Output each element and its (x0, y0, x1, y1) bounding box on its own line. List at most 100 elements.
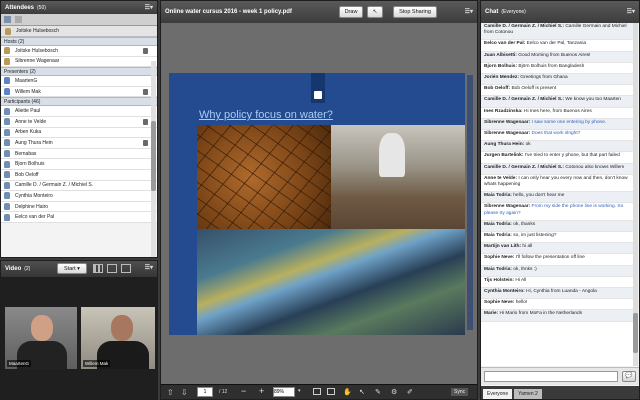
pin-icon[interactable] (121, 264, 131, 273)
participant-row[interactable]: Anne te Velde (1, 116, 157, 128)
page-number-input[interactable] (197, 387, 213, 397)
presenter-row[interactable]: Willem Mak (1, 86, 157, 98)
host-row[interactable]: Sibrenne Wagenaar (1, 56, 157, 68)
fit-width-icon[interactable] (313, 388, 321, 395)
chat-message: Sibrenne Wagenaar: From my side the phon… (481, 203, 633, 221)
scroll-thumb[interactable] (633, 313, 638, 353)
annotate-icon[interactable]: ✐ (407, 388, 413, 396)
chat-message: Sibrenne Wagenaar: Does that work slrigh… (481, 130, 633, 142)
chat-message: Jorién Mendez: Greetings from Ghana (481, 74, 633, 86)
presenters-section[interactable]: Presenters (2) (1, 67, 157, 77)
chat-message: Maia Todria: hello, you don't hear me (481, 192, 633, 204)
pod-menu-icon[interactable]: ☰▾ (627, 8, 635, 15)
next-page-icon[interactable]: ⇩ (181, 388, 188, 397)
chat-message: Eelco van der Pal: Eelco van der Pal, Ta… (481, 40, 633, 52)
chat-message: Maia Todria: ok, thnks :) (481, 265, 633, 277)
participant-row[interactable]: Camille D. / Germain Z. / Michiel S. (1, 180, 157, 192)
send-message-icon[interactable]: 💬 (622, 371, 636, 382)
tab-private[interactable]: Yamen 2 (514, 389, 542, 399)
text-tool-icon[interactable]: ✎ (375, 388, 381, 396)
mic-icon (143, 118, 148, 125)
chat-sender: Jorién Mendez: (484, 75, 519, 81)
hosts-section[interactable]: Hosts (2) (1, 37, 157, 46)
chat-scrollbar[interactable] (633, 23, 638, 366)
participant-icon (4, 118, 10, 126)
start-video-button[interactable]: Start ▾ (57, 263, 87, 274)
presenter-icon (4, 88, 10, 96)
filmstrip-view-icon[interactable] (107, 264, 117, 273)
share-toolbar: ⇧ ⇩ / 12 − + ▾ ✋ ↖ ✎ ⚙ ✐ Sync (161, 384, 477, 399)
crest-icon (314, 91, 322, 99)
chat-text: I saw some one entering by phone. (531, 119, 607, 125)
participant-icon (4, 203, 10, 211)
participant-icon (4, 150, 10, 158)
chat-scope: (Everyone) (501, 9, 526, 15)
participant-row[interactable]: Aung Thura Hein (1, 138, 157, 149)
video-tile-maarteng: MaartenG (5, 307, 77, 369)
status-icon[interactable] (15, 16, 22, 23)
chat-sender: Camille D. / Germain Z. / Michiel S.: (484, 24, 564, 29)
participant-row[interactable]: Arben Kuka (1, 127, 157, 139)
chat-text: Eelco van der Pal, Tanzania (526, 41, 587, 47)
pod-menu-icon[interactable]: ☰▾ (465, 8, 473, 15)
attendees-title: Attendees (5, 4, 35, 11)
chat-message: Sophie Neve: hello! (481, 299, 633, 311)
pointer-button[interactable]: ↖ (367, 6, 383, 18)
participant-row[interactable]: Bob Oeloff (1, 169, 157, 181)
slide: Why policy focus on water? (169, 73, 465, 335)
participant-row[interactable]: Eelco van der Pal (1, 212, 157, 223)
hand-tool-icon[interactable]: ✋ (343, 388, 352, 396)
presenter-row[interactable]: MaartenG (1, 76, 157, 87)
draw-button[interactable]: Draw (339, 6, 363, 18)
grid-view-icon[interactable] (93, 264, 103, 273)
zoom-out-icon[interactable]: − (241, 386, 246, 396)
participant-row[interactable]: Aliette Paul (1, 106, 157, 117)
prev-page-icon[interactable]: ⇧ (167, 388, 174, 397)
zoom-dropdown-icon[interactable]: ▾ (298, 388, 301, 394)
pod-menu-icon[interactable]: ☰▾ (145, 264, 153, 271)
photo-oil-slick (197, 229, 465, 335)
participants-section[interactable]: Participants (46) (1, 97, 157, 107)
chat-input[interactable] (484, 371, 618, 382)
chat-text: hello! (515, 300, 528, 306)
stop-sharing-button[interactable]: Stop Sharing (393, 6, 437, 18)
chat-sender: Cynthia Monteiro: (484, 289, 525, 295)
chat-sender: Bjorn Bolhuis: (484, 63, 518, 69)
share-sidebar-right (467, 75, 473, 330)
attendees-scrollbar[interactable] (151, 61, 156, 257)
chat-text: Cotonou also knows Willem (565, 164, 625, 170)
chat-text: Björn Bolhuis from Bangladesh (518, 63, 585, 69)
zoom-in-icon[interactable]: + (259, 386, 264, 396)
participant-row[interactable]: Bjorn Bolhuis (1, 159, 157, 170)
attendees-header: Attendees (50) ☰▾ (1, 1, 157, 14)
pod-menu-icon[interactable]: ☰▾ (145, 4, 153, 11)
chat-message: Anne te Velde: I can only hear you every… (481, 175, 633, 193)
zoom-input[interactable] (273, 387, 295, 397)
participant-icon (4, 181, 10, 189)
share-options-icon[interactable]: ⚙ (391, 388, 397, 396)
participant-row[interactable]: Bernabas (1, 148, 157, 160)
slide-heading: Why policy focus on water? (199, 109, 333, 121)
sync-button[interactable]: Sync (451, 388, 469, 396)
chat-message: Camille D. / Germain Z. / Michiel S.: Co… (481, 163, 633, 175)
chat-sender: Ines Rzadzinska: (484, 108, 523, 114)
full-screen-icon[interactable] (327, 388, 335, 395)
user-icon (5, 27, 11, 35)
chat-sender: Camille D. / Germain Z. / Michiel S.: (484, 164, 564, 170)
share-pod: Online water cursus 2016 - week 1 policy… (160, 0, 478, 400)
video-tile-willem-mak: Willem Mak (81, 307, 155, 369)
chat-header: Chat (Everyone) ☰▾ (481, 1, 639, 23)
pointer-tool-icon[interactable]: ↖ (359, 388, 365, 396)
chat-sender: Sibrenne Wagenaar: (484, 204, 531, 210)
participant-row[interactable]: Delphine Hairo (1, 201, 157, 213)
view-icon[interactable] (4, 16, 11, 23)
chat-message: Sibrenne Wagenaar: I saw some one enteri… (481, 118, 633, 131)
chat-message: Sophie Neve: I'll follow the presentatio… (481, 254, 633, 266)
participant-row[interactable]: Cynthia Monteiro (1, 191, 157, 202)
scroll-thumb[interactable] (151, 121, 156, 191)
tab-everyone[interactable]: Everyone (483, 389, 513, 399)
chat-message: Ines Rzadzinska: Hi Ines here, from Buen… (481, 108, 633, 119)
host-row[interactable]: Joitske Hulsebosch (1, 46, 157, 57)
chat-text: We know you too Maarten (565, 97, 621, 103)
video-title: Video (5, 266, 22, 272)
